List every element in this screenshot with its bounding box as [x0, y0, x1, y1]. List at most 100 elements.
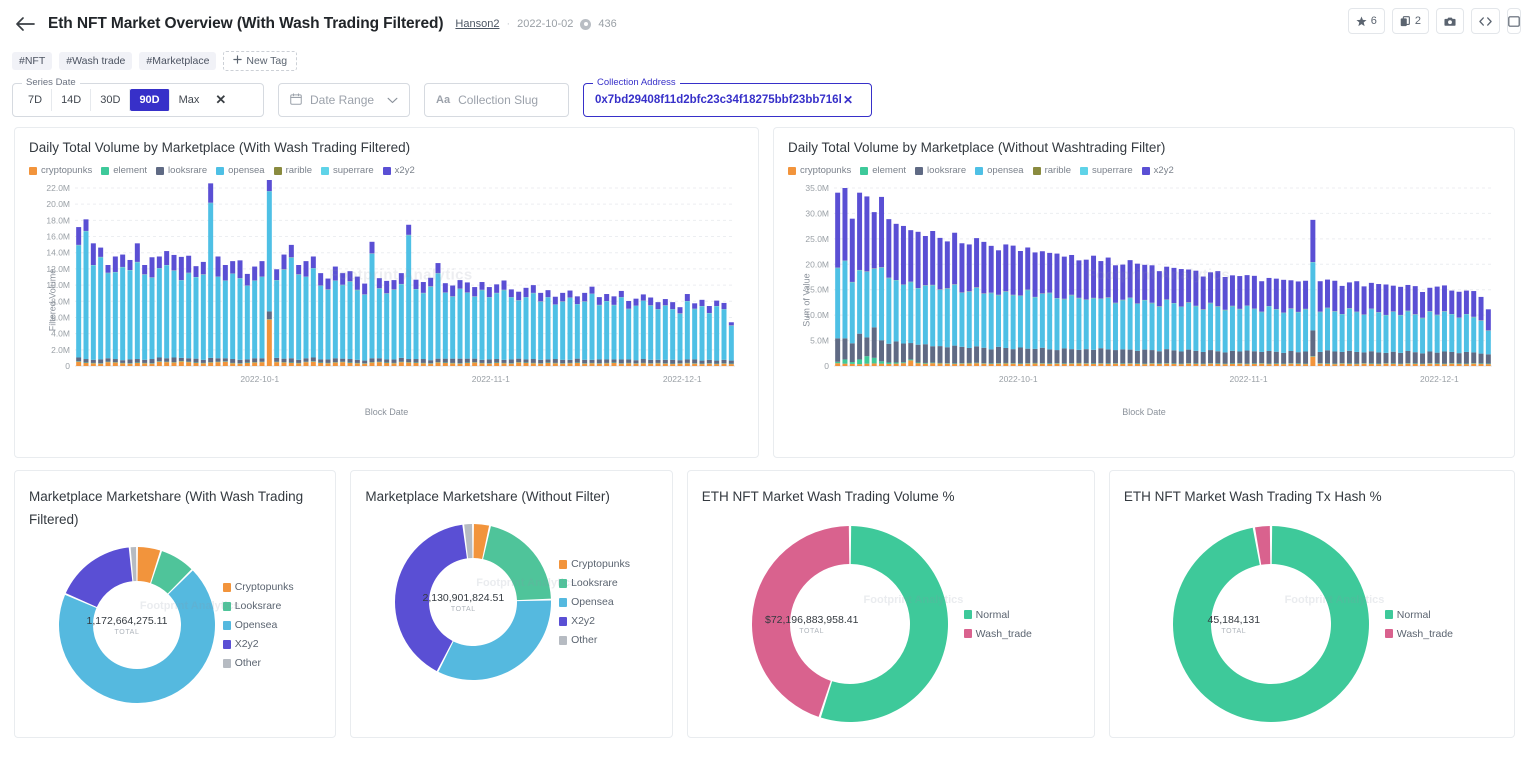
chart-title: Daily Total Volume by Marketplace (Witho…	[788, 140, 1500, 155]
legend-item-other[interactable]: Other	[559, 634, 630, 646]
new-tag-button[interactable]: New Tag	[223, 51, 297, 71]
legend-label: x2y2	[1154, 165, 1174, 176]
legend-item-wash_trade[interactable]: Wash_trade	[1385, 628, 1453, 640]
svg-text:0: 0	[824, 361, 829, 371]
series-date-option-7d[interactable]: 7D	[19, 89, 52, 111]
legend-label: element	[872, 165, 906, 176]
top-bar: Eth NFT Market Overview (With Wash Tradi…	[0, 0, 1529, 48]
collection-address-value[interactable]: 0x7bd29408f11d2bfc23c34f18275bbf23bb716b…	[595, 94, 841, 106]
legend-label: Wash_trade	[1397, 628, 1453, 640]
legend-swatch	[101, 167, 109, 175]
legend-item-wash_trade[interactable]: Wash_trade	[964, 628, 1032, 640]
embed-code-button[interactable]	[1471, 8, 1500, 34]
legend-item-opensea[interactable]: opensea	[216, 165, 264, 176]
copy-button[interactable]: 2	[1392, 8, 1429, 34]
series-date-clear-icon[interactable]: ✕	[208, 92, 233, 108]
plus-icon	[233, 55, 242, 67]
star-button[interactable]: 6	[1348, 8, 1385, 34]
donut-title: ETH NFT Market Wash Trading Tx Hash %	[1124, 485, 1500, 508]
legend-item-looksrare[interactable]: looksrare	[915, 165, 966, 176]
collection-address-clear-icon[interactable]: ✕	[843, 93, 853, 107]
legend-item-opensea[interactable]: Opensea	[223, 619, 294, 631]
collection-slug-placeholder: Collection Slug	[458, 93, 538, 107]
legend-item-cryptopunks[interactable]: cryptopunks	[788, 165, 851, 176]
legend-label: Normal	[976, 609, 1010, 621]
donut-legend: Cryptopunks Looksrare Opensea X2y2 Other	[223, 581, 294, 669]
legend-item-element[interactable]: element	[860, 165, 906, 176]
series-date-option-max[interactable]: Max	[170, 89, 209, 111]
legend-item-looksrare[interactable]: looksrare	[156, 165, 207, 176]
collection-slug-inner: Aa Collection Slug	[425, 84, 568, 116]
chevron-down-icon[interactable]	[387, 93, 398, 107]
legend-item-cryptopunks[interactable]: Cryptopunks	[223, 581, 294, 593]
donut-card-wash-txhash: ETH NFT Market Wash Trading Tx Hash % 45…	[1109, 470, 1515, 738]
legend-label: Normal	[1397, 609, 1431, 621]
legend-label: rarible	[1045, 165, 1071, 176]
legend-item-looksrare[interactable]: Looksrare	[223, 600, 294, 612]
svg-text:22.0M: 22.0M	[46, 183, 70, 193]
legend-label: superrare	[1092, 165, 1133, 176]
text-format-icon: Aa	[436, 94, 450, 106]
donut-svg[interactable]	[1171, 524, 1371, 724]
legend-item-cryptopunks[interactable]: Cryptopunks	[559, 558, 630, 570]
bar-chart-svg[interactable]: 02.0M4.0M6.0M8.0M10.0M12.0M14.0M16.0M18.…	[29, 180, 741, 400]
legend-item-x2y2[interactable]: x2y2	[383, 165, 415, 176]
legend-label: opensea	[228, 165, 264, 176]
legend-item-normal[interactable]: Normal	[1385, 609, 1453, 621]
panel-icon	[1508, 16, 1520, 27]
donut-svg[interactable]	[750, 524, 950, 724]
tag-item[interactable]: #Marketplace	[139, 52, 216, 70]
legend-item-other[interactable]: Other	[223, 657, 294, 669]
legend-item-x2y2[interactable]: X2y2	[559, 615, 630, 627]
legend-swatch	[559, 560, 567, 569]
back-arrow-icon[interactable]	[14, 13, 36, 35]
series-date-option-14d[interactable]: 14D	[52, 89, 91, 111]
svg-text:16.0M: 16.0M	[46, 232, 70, 242]
legend-item-element[interactable]: element	[101, 165, 147, 176]
donut-card-marketshare-unfiltered: Marketplace Marketshare (Without Filter)…	[350, 470, 672, 738]
date-range-placeholder: Date Range	[310, 93, 374, 107]
donut-card-wash-volume: ETH NFT Market Wash Trading Volume % $72…	[687, 470, 1095, 738]
collection-address-legend: Collection Address	[593, 77, 680, 88]
legend-item-normal[interactable]: Normal	[964, 609, 1032, 621]
donut-title: Marketplace Marketshare (With Wash Tradi…	[29, 485, 321, 531]
y-axis-title: Sum of Value	[802, 273, 812, 326]
series-date-option-90d[interactable]: 90D	[130, 89, 169, 111]
date-range-field[interactable]: Date Range	[278, 83, 410, 117]
legend-label: looksrare	[168, 165, 207, 176]
legend-item-looksrare[interactable]: Looksrare	[559, 577, 630, 589]
legend-swatch	[223, 659, 231, 668]
tag-item[interactable]: #NFT	[12, 52, 52, 70]
author-link[interactable]: Hanson2	[455, 18, 499, 30]
legend-item-rarible[interactable]: rarible	[1033, 165, 1071, 176]
legend-item-cryptopunks[interactable]: cryptopunks	[29, 165, 92, 176]
series-date-option-30d[interactable]: 30D	[91, 89, 130, 111]
tag-item[interactable]: #Wash trade	[59, 52, 132, 70]
svg-text:2022-12-1: 2022-12-1	[1420, 374, 1459, 384]
svg-text:2022-11-1: 2022-11-1	[1229, 374, 1267, 384]
eye-icon	[580, 19, 591, 30]
series-date-legend: Series Date	[22, 77, 80, 88]
donut-svg[interactable]	[393, 522, 553, 682]
legend-item-superrare[interactable]: superrare	[321, 165, 374, 176]
panel-button[interactable]	[1507, 8, 1521, 34]
legend-item-opensea[interactable]: opensea	[975, 165, 1023, 176]
legend-label: element	[113, 165, 147, 176]
svg-text:2.0M: 2.0M	[51, 345, 70, 355]
svg-text:5.0M: 5.0M	[810, 336, 829, 346]
legend-item-x2y2[interactable]: x2y2	[1142, 165, 1174, 176]
legend-item-opensea[interactable]: Opensea	[559, 596, 630, 608]
legend-item-x2y2[interactable]: X2y2	[223, 638, 294, 650]
bar-chart-svg[interactable]: 05.0M10.0M15.0M20.0M25.0M30.0M35.0M2022-…	[788, 180, 1498, 400]
donut-svg[interactable]	[57, 545, 217, 705]
date-range-inner: Date Range	[279, 84, 409, 116]
screenshot-button[interactable]	[1436, 8, 1464, 34]
collection-address-field[interactable]: Collection Address 0x7bd29408f11d2bfc23c…	[583, 83, 872, 117]
collection-slug-field[interactable]: Aa Collection Slug	[424, 83, 569, 117]
legend-item-rarible[interactable]: rarible	[274, 165, 312, 176]
legend-swatch	[156, 167, 164, 175]
legend-swatch	[1033, 167, 1041, 175]
legend-item-superrare[interactable]: superrare	[1080, 165, 1133, 176]
chart-plot-area: Sum of Value 05.0M10.0M15.0M20.0M25.0M30…	[788, 180, 1500, 417]
donut-title: ETH NFT Market Wash Trading Volume %	[702, 485, 1080, 508]
